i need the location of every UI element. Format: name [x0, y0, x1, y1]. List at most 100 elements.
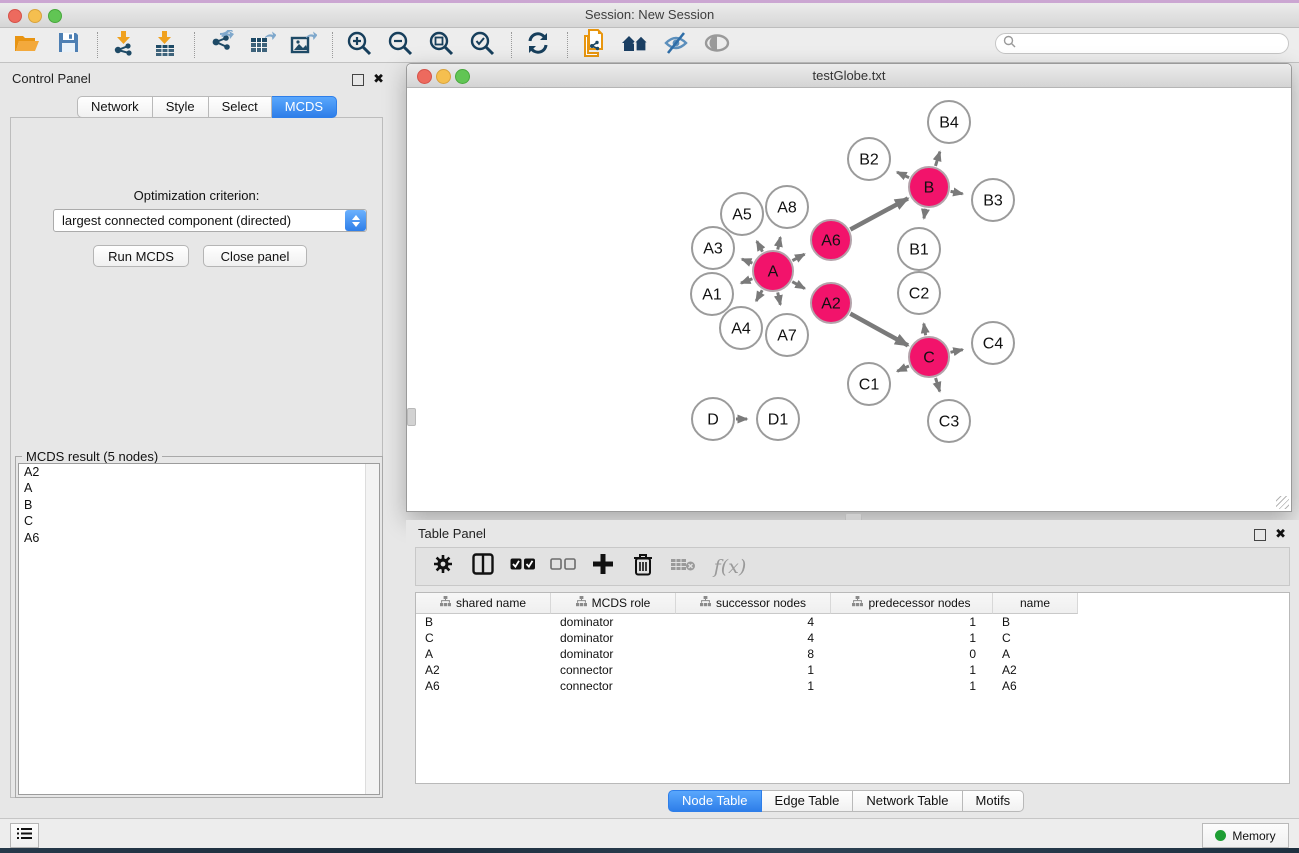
graph-edge-A6-B[interactable]: [850, 198, 908, 229]
graph-edge-A-A3[interactable]: [742, 259, 753, 263]
zoom-in-button[interactable]: [344, 31, 374, 59]
table-cell[interactable]: connector: [551, 662, 676, 678]
table-cell[interactable]: A: [416, 646, 551, 662]
select-all-button[interactable]: [508, 553, 538, 581]
graph-node-A8[interactable]: A8: [766, 186, 808, 228]
mcds-result-list[interactable]: A2ABCA6: [18, 463, 380, 795]
table-cell[interactable]: 1: [831, 678, 993, 694]
deselect-all-button[interactable]: [548, 553, 578, 581]
graph-edge-B-B1[interactable]: [924, 209, 926, 219]
column-header-successor-nodes[interactable]: successor nodes: [676, 593, 831, 614]
refresh-view-button[interactable]: [523, 31, 553, 59]
table-cell[interactable]: connector: [551, 678, 676, 694]
graph-edge-A-A5[interactable]: [757, 241, 763, 251]
result-list-scrollbar[interactable]: [365, 464, 379, 794]
tab-node-table[interactable]: Node Table: [668, 790, 762, 812]
memory-button[interactable]: Memory: [1202, 823, 1289, 848]
column-header-name[interactable]: name: [993, 593, 1078, 614]
open-session-button[interactable]: [12, 31, 42, 59]
run-mcds-button[interactable]: Run MCDS: [93, 245, 189, 267]
table-row[interactable]: A6connector11A6: [416, 678, 1289, 694]
table-cell[interactable]: A2: [993, 662, 1078, 678]
table-cell[interactable]: A6: [993, 678, 1078, 694]
export-image-button[interactable]: [288, 31, 318, 59]
graph-node-A3[interactable]: A3: [692, 227, 734, 269]
table-cell[interactable]: dominator: [551, 614, 676, 630]
graph-edge-C-C2[interactable]: [924, 324, 926, 336]
graph-edge-A-A7[interactable]: [778, 292, 781, 304]
window-resize-grip[interactable]: [1276, 496, 1289, 509]
graph-node-A4[interactable]: A4: [720, 307, 762, 349]
graph-node-A5[interactable]: A5: [721, 193, 763, 235]
graph-edge-A-A6[interactable]: [792, 254, 804, 260]
table-cell[interactable]: A: [993, 646, 1078, 662]
column-header-MCDS-role[interactable]: MCDS role: [551, 593, 676, 614]
graph-node-C2[interactable]: C2: [898, 272, 940, 314]
tab-motifs[interactable]: Motifs: [963, 790, 1025, 812]
tab-style[interactable]: Style: [153, 96, 209, 118]
graph-node-B1[interactable]: B1: [898, 228, 940, 270]
clone-network-button[interactable]: [579, 31, 609, 59]
import-table-button[interactable]: [150, 31, 180, 59]
graph-node-B2[interactable]: B2: [848, 138, 890, 180]
table-cell[interactable]: 4: [676, 614, 831, 630]
result-list-item[interactable]: A2: [19, 464, 379, 481]
tab-edge-table[interactable]: Edge Table: [762, 790, 854, 812]
table-cell[interactable]: B: [993, 614, 1078, 630]
graph-edge-A-A2[interactable]: [792, 282, 804, 289]
float-table-panel-button[interactable]: [1254, 529, 1266, 541]
toggle-panel-layout-button[interactable]: [468, 553, 498, 581]
table-cell[interactable]: 1: [676, 678, 831, 694]
export-network-button[interactable]: [206, 31, 236, 59]
save-session-button[interactable]: [53, 31, 83, 59]
task-history-button[interactable]: [10, 823, 39, 848]
close-panel-button-mcds[interactable]: Close panel: [203, 245, 307, 267]
graph-node-A2[interactable]: A2: [811, 283, 851, 323]
graph-node-C3[interactable]: C3: [928, 400, 970, 442]
result-list-item[interactable]: B: [19, 497, 379, 514]
graph-edge-B-B3[interactable]: [951, 191, 963, 193]
table-cell[interactable]: 1: [831, 614, 993, 630]
zoom-selected-button[interactable]: [467, 31, 497, 59]
node-table[interactable]: shared nameMCDS rolesuccessor nodesprede…: [415, 592, 1290, 784]
tab-network[interactable]: Network: [77, 96, 153, 118]
function-builder-button[interactable]: f(x): [708, 553, 752, 581]
float-panel-button[interactable]: [352, 74, 364, 86]
graph-node-C1[interactable]: C1: [848, 363, 890, 405]
graph-node-A6[interactable]: A6: [811, 220, 851, 260]
graph-edge-A-A1[interactable]: [741, 279, 752, 283]
table-cell[interactable]: 1: [831, 662, 993, 678]
table-cell[interactable]: C: [416, 630, 551, 646]
network-vertical-scrollbar-thumb[interactable]: [407, 408, 416, 426]
graph-edge-C-C3[interactable]: [936, 378, 940, 391]
close-panel-button[interactable]: ✖: [373, 71, 384, 87]
graph-node-D[interactable]: D: [692, 398, 734, 440]
table-cell[interactable]: dominator: [551, 646, 676, 662]
result-list-item[interactable]: A: [19, 481, 379, 498]
hide-selected-button[interactable]: [661, 31, 691, 59]
graph-edge-C-C4[interactable]: [950, 350, 962, 353]
import-network-button[interactable]: [109, 31, 139, 59]
column-header-predecessor-nodes[interactable]: predecessor nodes: [831, 593, 993, 614]
network-canvas[interactable]: AA1A2A3A4A5A6A7A8BB1B2B3B4CC1C2C3C4DD1: [408, 88, 1290, 511]
network-window-titlebar[interactable]: testGlobe.txt: [407, 64, 1291, 88]
table-cell[interactable]: A2: [416, 662, 551, 678]
table-cell[interactable]: 1: [831, 630, 993, 646]
table-cell[interactable]: dominator: [551, 630, 676, 646]
export-table-button[interactable]: [247, 31, 277, 59]
search-field[interactable]: [995, 33, 1289, 54]
table-cell[interactable]: C: [993, 630, 1078, 646]
criterion-select[interactable]: largest connected component (directed): [53, 209, 367, 232]
graph-edge-B-B2[interactable]: [897, 172, 909, 178]
result-list-item[interactable]: C: [19, 514, 379, 531]
table-cell[interactable]: 8: [676, 646, 831, 662]
delete-columns-button[interactable]: [628, 553, 658, 581]
graph-edge-A-A8[interactable]: [778, 237, 781, 249]
table-cell[interactable]: 0: [831, 646, 993, 662]
graph-node-A7[interactable]: A7: [766, 314, 808, 356]
graph-edge-B-B4[interactable]: [935, 152, 939, 166]
table-row[interactable]: Adominator80A: [416, 646, 1289, 662]
graph-node-C4[interactable]: C4: [972, 322, 1014, 364]
table-cell[interactable]: B: [416, 614, 551, 630]
table-cell[interactable]: 1: [676, 662, 831, 678]
